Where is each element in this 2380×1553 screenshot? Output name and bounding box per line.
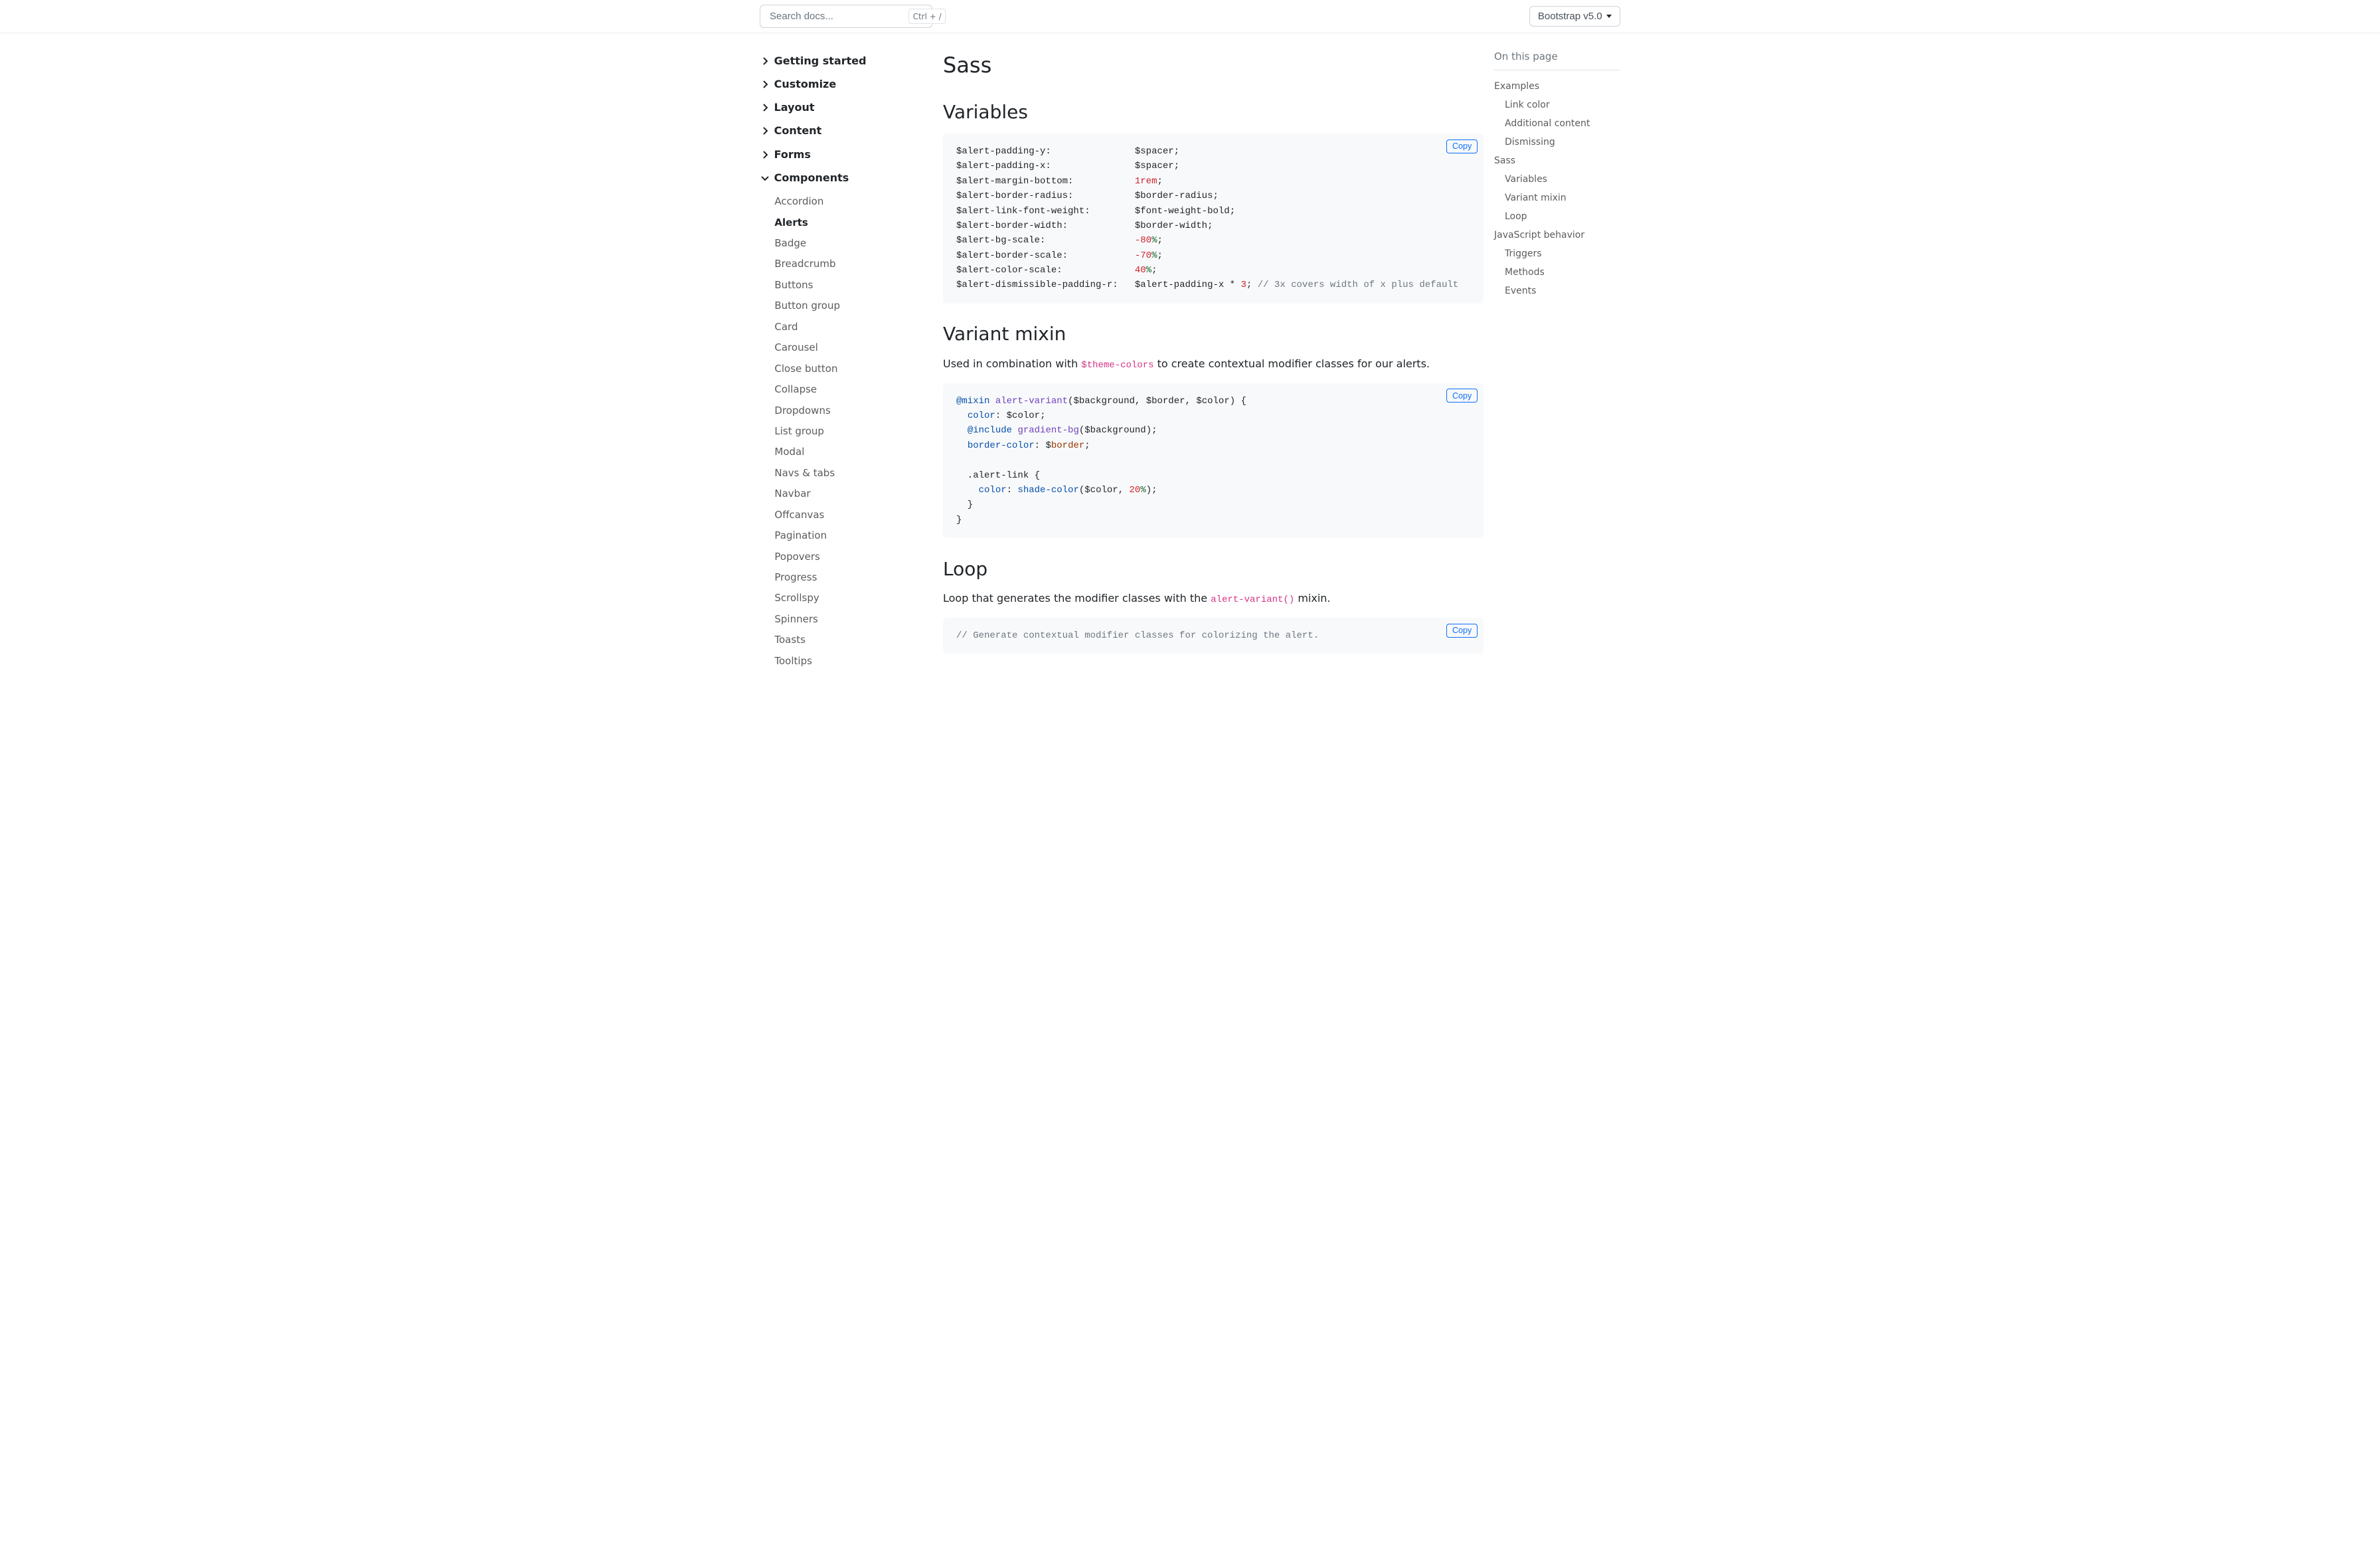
on-this-page: On this page ExamplesLink colorAdditiona… bbox=[1494, 33, 1620, 1521]
sidebar-item-breadcrumb[interactable]: Breadcrumb bbox=[774, 254, 932, 274]
sidebar-group-forms[interactable]: Forms bbox=[760, 143, 932, 166]
toc-item[interactable]: Loop bbox=[1494, 207, 1620, 226]
chevron-down-icon bbox=[1606, 15, 1612, 18]
search-shortcut-hint: Ctrl + / bbox=[908, 9, 946, 24]
sidebar-item-offcanvas[interactable]: Offcanvas bbox=[774, 504, 932, 525]
sass-heading: Sass bbox=[943, 49, 1484, 81]
sidebar-item-modal[interactable]: Modal bbox=[774, 442, 932, 462]
docs-sidebar: Getting started Customize Layout Content For… bbox=[760, 33, 932, 1521]
sidebar-group-label: Content bbox=[774, 123, 822, 139]
sidebar-group-content[interactable]: Content bbox=[760, 120, 932, 143]
sidebar-item-tooltips[interactable]: Tooltips bbox=[774, 650, 932, 671]
toc-item[interactable]: Link color bbox=[1494, 96, 1620, 114]
sidebar-item-collapse[interactable]: Collapse bbox=[774, 379, 932, 400]
mixin-code-block: Copy @mixin alert-variant($background, $… bbox=[943, 383, 1484, 539]
sidebar-item-navs-tabs[interactable]: Navs & tabs bbox=[774, 462, 932, 483]
sidebar-item-carousel[interactable]: Carousel bbox=[774, 337, 932, 358]
copy-button[interactable]: Copy bbox=[1446, 389, 1478, 403]
sidebar-group-label: Getting started bbox=[774, 53, 867, 69]
toc-item[interactable]: Variant mixin bbox=[1494, 189, 1620, 207]
sidebar-item-close-button[interactable]: Close button bbox=[774, 358, 932, 379]
variables-code: $alert-padding-y: $spacer; $alert-paddin… bbox=[956, 144, 1470, 293]
version-dropdown[interactable]: Bootstrap v5.0 bbox=[1529, 6, 1620, 27]
toc-title: On this page bbox=[1494, 49, 1620, 70]
toc-item[interactable]: Triggers bbox=[1494, 244, 1620, 263]
toc-item[interactable]: Methods bbox=[1494, 263, 1620, 282]
top-bar: ormally does not receive focus, make sur… bbox=[0, 0, 2380, 33]
variant-mixin-heading: Variant mixin bbox=[943, 320, 1484, 348]
chevron-right-icon bbox=[760, 79, 770, 90]
sidebar-group-label: Customize bbox=[774, 76, 837, 92]
sidebar-group-layout[interactable]: Layout bbox=[760, 96, 932, 120]
sidebar-group-label: Layout bbox=[774, 100, 815, 116]
toc-item[interactable]: Variables bbox=[1494, 170, 1620, 189]
sidebar-group-customize[interactable]: Customize bbox=[760, 72, 932, 96]
loop-heading: Loop bbox=[943, 555, 1484, 583]
variant-mixin-desc: Used in combination with $theme-colors t… bbox=[943, 356, 1484, 373]
sidebar-item-popovers[interactable]: Popovers bbox=[774, 546, 932, 567]
toc-item[interactable]: JavaScript behavior bbox=[1494, 226, 1620, 244]
sidebar-item-toasts[interactable]: Toasts bbox=[774, 630, 932, 650]
mixin-code: @mixin alert-variant($background, $borde… bbox=[956, 394, 1470, 528]
copy-button[interactable]: Copy bbox=[1446, 624, 1478, 638]
sidebar-item-alerts[interactable]: Alerts bbox=[774, 212, 932, 232]
sidebar-item-pagination[interactable]: Pagination bbox=[774, 525, 932, 546]
toc-item[interactable]: Dismissing bbox=[1494, 133, 1620, 151]
variables-code-block: Copy $alert-padding-y: $spacer; $alert-p… bbox=[943, 134, 1484, 304]
sidebar-item-list-group[interactable]: List group bbox=[774, 420, 932, 441]
chevron-right-icon bbox=[760, 102, 770, 113]
chevron-right-icon bbox=[760, 56, 770, 66]
sidebar-item-navbar[interactable]: Navbar bbox=[774, 484, 932, 504]
variables-heading: Variables bbox=[943, 98, 1484, 126]
loop-desc-pre: Loop that generates the modifier classes… bbox=[943, 592, 1211, 604]
search-input[interactable] bbox=[768, 10, 903, 23]
toc-item[interactable]: Sass bbox=[1494, 151, 1620, 170]
sidebar-group-components[interactable]: Components bbox=[760, 166, 932, 189]
chevron-right-icon bbox=[760, 149, 770, 160]
variant-desc-post: to create contextual modifier classes fo… bbox=[1154, 357, 1430, 370]
sidebar-item-spinners[interactable]: Spinners bbox=[774, 608, 932, 629]
sidebar-group-label: Components bbox=[774, 170, 849, 186]
variant-desc-pre: Used in combination with bbox=[943, 357, 1081, 370]
sidebar-item-scrollspy[interactable]: Scrollspy bbox=[774, 588, 932, 608]
search-input-wrap[interactable]: Ctrl + / bbox=[760, 5, 932, 28]
copy-button[interactable]: Copy bbox=[1446, 139, 1478, 153]
theme-colors-code: $theme-colors bbox=[1081, 360, 1153, 371]
sidebar-item-button-group[interactable]: Button group bbox=[774, 296, 932, 316]
loop-code: // Generate contextual modifier classes … bbox=[956, 628, 1470, 643]
sidebar-item-dropdowns[interactable]: Dropdowns bbox=[774, 400, 932, 420]
sidebar-group-getting-started[interactable]: Getting started bbox=[760, 49, 932, 72]
sidebar-item-badge[interactable]: Badge bbox=[774, 233, 932, 254]
loop-code-block: Copy // Generate contextual modifier cla… bbox=[943, 618, 1484, 654]
sidebar-item-buttons[interactable]: Buttons bbox=[774, 274, 932, 295]
chevron-down-icon bbox=[760, 173, 770, 183]
toc-item[interactable]: Events bbox=[1494, 282, 1620, 300]
toc-item[interactable]: Additional content bbox=[1494, 114, 1620, 133]
version-label: Bootstrap v5.0 bbox=[1538, 11, 1602, 22]
loop-desc: Loop that generates the modifier classes… bbox=[943, 591, 1484, 607]
sidebar-item-card[interactable]: Card bbox=[774, 316, 932, 337]
loop-desc-post: mixin. bbox=[1294, 592, 1330, 604]
sidebar-item-progress[interactable]: Progress bbox=[774, 567, 932, 588]
toc-item[interactable]: Examples bbox=[1494, 77, 1620, 96]
sidebar-group-label: Forms bbox=[774, 147, 811, 163]
sidebar-item-accordion[interactable]: Accordion bbox=[774, 191, 932, 212]
main-content: Sass Variables Copy $alert-padding-y: $s… bbox=[943, 33, 1484, 1521]
alert-variant-code: alert-variant() bbox=[1211, 594, 1294, 605]
chevron-right-icon bbox=[760, 126, 770, 136]
